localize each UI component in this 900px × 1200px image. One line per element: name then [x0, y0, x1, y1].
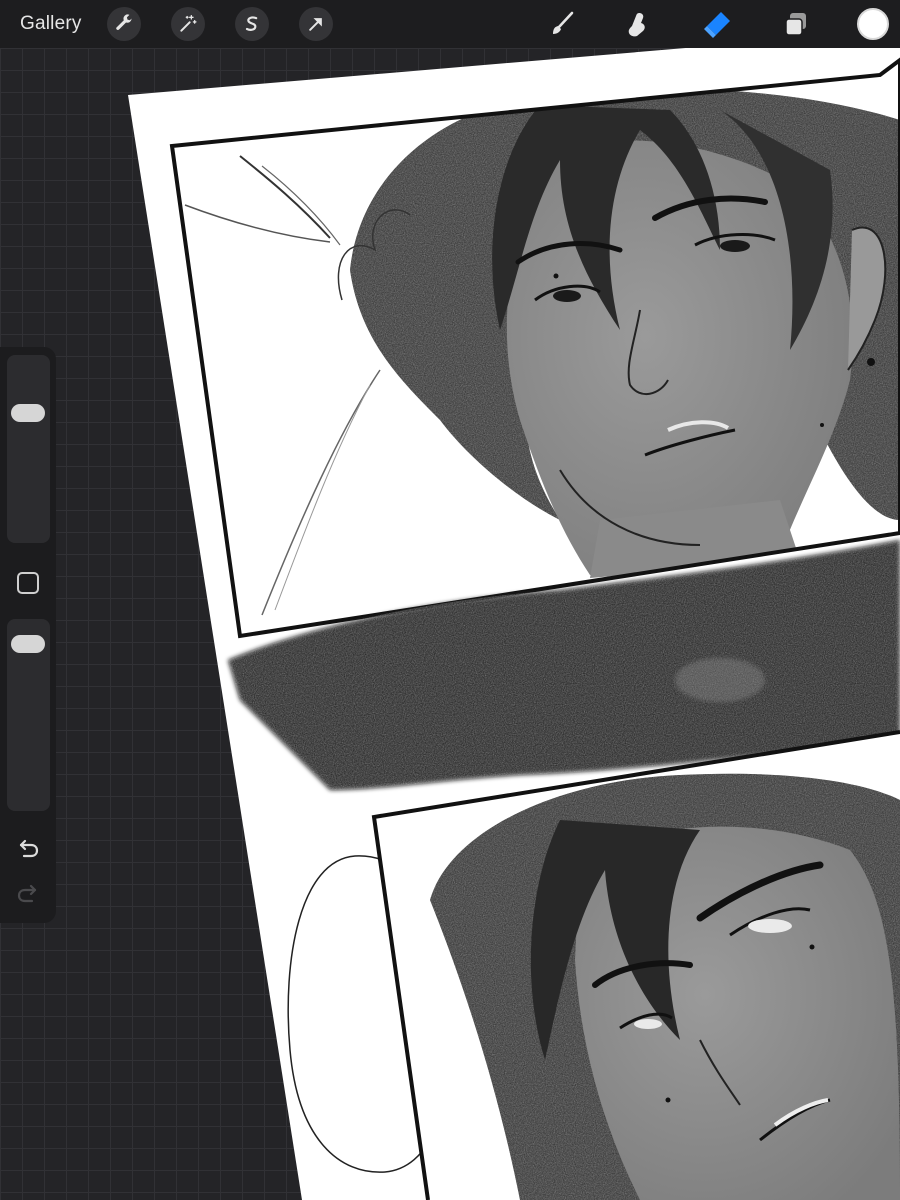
selection-s-icon	[245, 16, 258, 31]
brush-tool-button[interactable]	[546, 8, 578, 40]
eraser-icon	[704, 12, 730, 38]
opacity-slider-thumb[interactable]	[11, 634, 45, 653]
transform-button[interactable]	[299, 7, 333, 41]
brush-size-slider-thumb[interactable]	[11, 404, 45, 423]
layers-button[interactable]	[780, 8, 812, 40]
top-toolbar: Gallery	[0, 0, 900, 48]
gallery-button[interactable]: Gallery	[20, 12, 82, 36]
redo-arrow-icon	[17, 884, 37, 903]
drawing-canvas[interactable]	[0, 0, 900, 1200]
procreate-app: Gallery	[0, 0, 900, 1200]
undo-arrow-icon	[19, 839, 39, 858]
wrench-icon	[116, 14, 133, 30]
eraser-tool-button[interactable]	[702, 8, 734, 40]
arrow-cursor-icon	[309, 18, 322, 31]
actions-button[interactable]	[107, 7, 141, 41]
redo-button[interactable]	[14, 882, 42, 906]
color-picker-button[interactable]	[857, 8, 889, 40]
comic-panel-1	[169, 57, 900, 639]
brush-size-slider[interactable]	[7, 355, 50, 543]
undo-button[interactable]	[14, 837, 42, 861]
smudge-tool-button[interactable]	[622, 8, 654, 40]
modify-button[interactable]	[17, 572, 39, 594]
smudge-finger-icon	[628, 13, 645, 37]
layers-icon	[785, 13, 806, 36]
selection-button[interactable]	[235, 7, 269, 41]
left-sidebar	[0, 347, 56, 923]
brush-icon	[553, 11, 574, 34]
adjustments-button[interactable]	[171, 7, 205, 41]
magic-wand-icon	[180, 15, 197, 32]
